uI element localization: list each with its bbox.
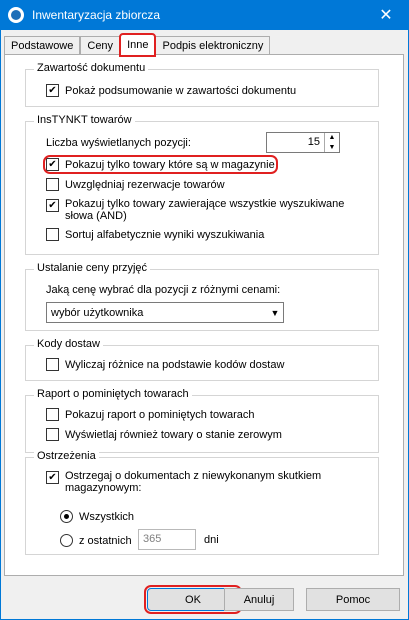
checkmark-icon: ✔ [46,84,59,97]
all-words-label-line1: Pokazuj tylko towary zawierające wszystk… [65,198,345,210]
radio-selected-icon [60,510,73,523]
all-words-checkbox[interactable]: ✔ Pokazuj tylko towary zawierające wszys… [46,198,344,222]
warn-checkbox[interactable]: ✔ Ostrzegaj o dokumentach z niewykonanym… [46,470,321,494]
group-report-legend: Raport o pominiętych towarach [34,388,192,400]
group-report: Raport o pominiętych towarach Pokazuj ra… [25,388,379,453]
count-spinner[interactable]: 15 ▲ ▼ [266,132,340,153]
group-zawartosc-legend: Zawartość dokumentu [34,62,149,74]
tab-strip: Podstawowe Ceny Inne Podpis elektroniczn… [4,33,271,57]
tab-panel-inne: Zawartość dokumentu ✔ Pokaż podsumowanie… [4,54,404,576]
tab-inne[interactable]: Inne [119,33,157,57]
checkmark-icon: ✔ [46,471,59,484]
tab-podpis-elektroniczny[interactable]: Podpis elektroniczny [155,36,271,55]
warn-label-line1: Ostrzegaj o dokumentach z niewykonanym s… [65,470,322,482]
checkmark-icon: ✔ [46,199,59,212]
show-summary-label: Pokaż podsumowanie w zawartości dokument… [65,84,297,97]
show-zero-label: Wyświetlaj również towary o stanie zerow… [65,428,282,441]
show-summary-checkbox[interactable]: ✔ Pokaż podsumowanie w zawartości dokume… [46,84,296,97]
group-price: Ustalanie ceny przyjęć Jaką cenę wybrać … [25,262,379,331]
window-title: Inwentaryzacja zbiorcza [32,8,161,22]
radio-all-label: Wszystkich [79,510,134,523]
radio-last[interactable]: z ostatnich [60,534,132,547]
sort-alpha-label: Sortuj alfabetycznie wyniki wyszukiwania [65,228,265,241]
group-instynkt-legend: InsTYNKT towarów [34,114,135,126]
radio-unselected-icon [60,534,73,547]
cancel-button[interactable]: Anuluj [224,588,294,611]
group-warnings-legend: Ostrzeżenia [34,450,99,462]
price-method-value: wybór użytkownika [51,306,144,319]
spin-up-icon[interactable]: ▲ [325,133,339,143]
tab-ceny[interactable]: Ceny [80,36,121,55]
only-in-stock-checkbox[interactable]: ✔ Pokazuj tylko towary które są w magazy… [43,155,278,174]
group-price-legend: Ustalanie ceny przyjęć [34,262,151,274]
calc-diff-checkbox[interactable]: Wyliczaj różnice na podstawie kodów dost… [46,358,284,371]
show-zero-checkbox[interactable]: Wyświetlaj również towary o stanie zerow… [46,428,282,441]
radio-last-label: z ostatnich [79,534,132,547]
warn-label-line2: magazynowym: [65,482,142,494]
group-codes-legend: Kody dostaw [34,338,103,350]
help-button[interactable]: Pomoc [306,588,400,611]
close-button[interactable]: ✕ [363,0,409,30]
show-report-label: Pokazuj raport o pominiętych towarach [65,408,255,421]
reservation-checkbox[interactable]: Uwzględniaj rezerwacje towarów [46,178,225,191]
calc-diff-label: Wyliczaj różnice na podstawie kodów dost… [65,358,285,371]
all-words-label-line2: słowa (AND) [65,210,127,222]
radio-all[interactable]: Wszystkich [60,510,134,523]
chevron-down-icon: ▼ [270,307,280,318]
group-codes: Kody dostaw Wyliczaj różnice na podstawi… [25,338,379,381]
group-instynkt: InsTYNKT towarów Liczba wyświetlanych po… [25,114,379,255]
count-value[interactable]: 15 [267,133,324,152]
tab-podstawowe[interactable]: Podstawowe [4,36,81,55]
count-label: Liczba wyświetlanych pozycji: [46,137,191,149]
price-method-select[interactable]: wybór użytkownika ▼ [46,302,284,323]
checkmark-icon: ✔ [46,158,59,171]
group-zawartosc: Zawartość dokumentu ✔ Pokaż podsumowanie… [25,62,379,107]
group-warnings: Ostrzeżenia ✔ Ostrzegaj o dokumentach z … [25,450,379,555]
days-unit-label: dni [204,534,219,546]
title-bar: Inwentaryzacja zbiorcza ✕ [0,0,409,30]
app-icon [8,7,24,23]
reservation-label: Uwzględniaj rezerwacje towarów [65,178,225,191]
days-input[interactable]: 365 [138,529,196,550]
only-in-stock-label: Pokazuj tylko towary które są w magazyni… [65,158,275,171]
price-question: Jaką cenę wybrać dla pozycji z różnymi c… [46,284,281,296]
show-report-checkbox[interactable]: Pokazuj raport o pominiętych towarach [46,408,255,421]
sort-alpha-checkbox[interactable]: Sortuj alfabetycznie wyniki wyszukiwania [46,228,264,241]
spin-down-icon[interactable]: ▼ [325,143,339,153]
